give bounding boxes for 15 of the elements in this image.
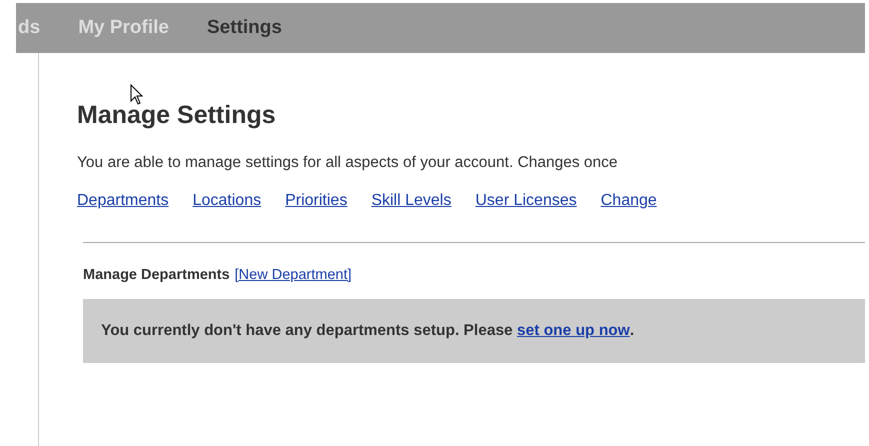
settings-link[interactable]: Skill Levels [371, 192, 452, 210]
nav-tab[interactable]: Settings [207, 17, 282, 39]
settings-link[interactable]: User Licenses [475, 192, 577, 210]
settings-link[interactable]: Priorities [285, 192, 348, 210]
notice-text: You currently don't have any departments setup. Please [101, 322, 513, 340]
settings-link[interactable]: Change [600, 192, 657, 210]
setup-link[interactable]: set one up now [517, 322, 630, 340]
intro-text: You are able to manage settings for all aspects of your account. Changes once [77, 154, 619, 172]
new-department-link[interactable]: [New Department] [234, 267, 352, 283]
settings-link[interactable]: Locations [192, 192, 262, 210]
page-title: Manage Settings [77, 101, 277, 130]
notice-period: . [630, 322, 634, 340]
settings-link[interactable]: Departments [77, 192, 169, 210]
cursor-icon [130, 84, 144, 106]
section-heading: Manage Departments [83, 267, 230, 283]
